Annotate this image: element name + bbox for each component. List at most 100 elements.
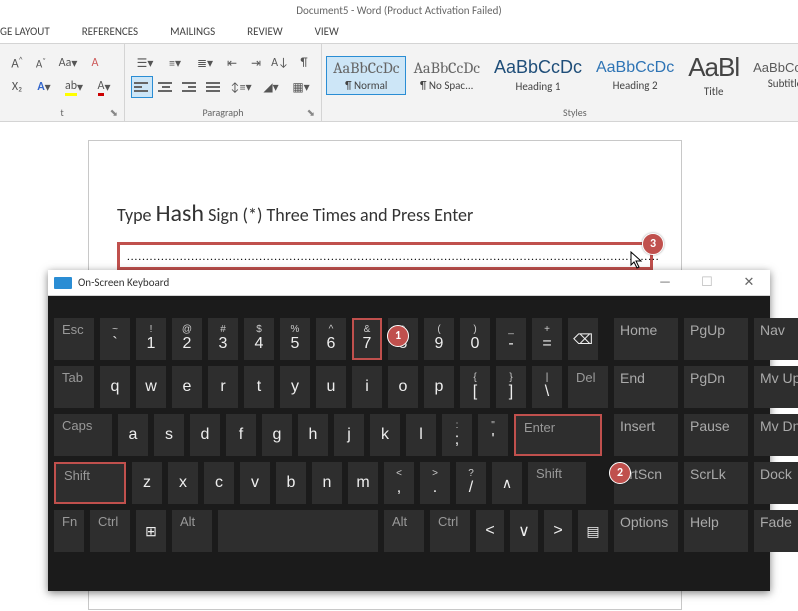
tab-review[interactable]: REVIEW [247,25,283,38]
key-[interactable]: |\ [532,366,562,408]
key-nav[interactable]: Nav [754,318,798,360]
multilevel-button[interactable]: ≣▾ [191,52,219,74]
key-7[interactable]: &7 [352,318,382,360]
increase-indent-button[interactable]: ⇥ [245,52,267,74]
dialog-launcher-icon[interactable]: ⬊ [307,106,315,119]
key-g[interactable]: g [262,414,292,456]
key-4[interactable]: $4 [244,318,274,360]
key-d[interactable]: d [190,414,220,456]
key-pause[interactable]: Pause [684,414,748,456]
key-icon[interactable]: ∧ [492,462,522,504]
key-2[interactable]: @2 [172,318,202,360]
key-c[interactable]: c [204,462,234,504]
key-enter[interactable]: Enter [514,414,602,456]
tab-mailings[interactable]: MAILINGS [170,25,215,38]
key-p[interactable]: p [424,366,454,408]
key-[interactable]: }] [496,366,526,408]
key-[interactable]: _- [496,318,526,360]
key-alt[interactable]: Alt [172,510,212,552]
key-del[interactable]: Del [568,366,608,408]
key-alt[interactable]: Alt [384,510,424,552]
clear-format-button[interactable]: A [84,52,106,74]
sort-button[interactable]: A↓ [269,52,291,74]
bullets-button[interactable]: ☰▾ [131,52,159,74]
key-icon[interactable]: ⊞ [136,510,166,552]
key-[interactable]: "' [478,414,508,456]
key-fn[interactable]: Fn [54,510,84,552]
borders-button[interactable]: ▦▾ [287,76,315,98]
input-field-highlight[interactable]: ........................................… [117,242,653,270]
key-shift[interactable]: Shift [528,462,586,504]
shading-button[interactable]: ◢▾ [257,76,285,98]
key-mvdn[interactable]: Mv Dn [754,414,798,456]
key-[interactable]: ~` [100,318,130,360]
style-heading2[interactable]: AaBbCcDc Heading 2 [589,56,681,95]
key-[interactable]: :; [442,414,472,456]
align-center-button[interactable] [155,76,177,98]
key-icon[interactable]: ▤ [578,510,608,552]
maximize-button[interactable]: ☐ [686,270,728,296]
key-e[interactable]: e [172,366,202,408]
key-icon[interactable]: ⌫ [568,318,598,360]
key-t[interactable]: t [244,366,274,408]
key-tab[interactable]: Tab [54,366,94,408]
key-v[interactable]: v [240,462,270,504]
minimize-button[interactable]: — [644,270,686,296]
numbering-button[interactable]: ≡▾ [161,52,189,74]
key-0[interactable]: )0 [460,318,490,360]
key-fade[interactable]: Fade [754,510,798,552]
key-s[interactable]: s [154,414,184,456]
style-normal[interactable]: AaBbCcDc ¶ Normal [326,56,406,95]
key-home[interactable]: Home [614,318,678,360]
key-ctrl[interactable]: Ctrl [430,510,470,552]
tab-references[interactable]: REFERENCES [82,25,138,38]
key-icon[interactable]: ∨ [510,510,538,552]
key-f[interactable]: f [226,414,256,456]
close-button[interactable]: ✕ [728,270,770,296]
key-h[interactable]: h [298,414,328,456]
key-pgdn[interactable]: PgDn [684,366,748,408]
key-y[interactable]: y [280,366,310,408]
align-right-button[interactable] [179,76,201,98]
tab-page-layout[interactable]: GE LAYOUT [0,25,50,38]
key-pgup[interactable]: PgUp [684,318,748,360]
dialog-launcher-icon[interactable]: ⬊ [110,106,118,119]
key-3[interactable]: #3 [208,318,238,360]
key-r[interactable]: r [208,366,238,408]
key-space[interactable] [218,510,378,552]
show-marks-button[interactable]: ¶ [293,52,315,74]
font-color-button[interactable]: A▾ [90,76,118,98]
key-n[interactable]: n [312,462,342,504]
style-nospacing[interactable]: AaBbCcDc ¶ No Spac... [406,56,486,95]
key-dock[interactable]: Dock [754,462,798,504]
key-l[interactable]: l [406,414,436,456]
key-shift[interactable]: Shift [54,462,126,504]
key-icon[interactable]: > [544,510,572,552]
key-z[interactable]: z [132,462,162,504]
key-o[interactable]: o [388,366,418,408]
key-k[interactable]: k [370,414,400,456]
key-w[interactable]: w [136,366,166,408]
change-case-button[interactable]: Aa▾ [54,52,82,74]
key-a[interactable]: a [118,414,148,456]
text-effects-button[interactable]: A▾ [30,76,58,98]
key-q[interactable]: q [100,366,130,408]
key-b[interactable]: b [276,462,306,504]
key-9[interactable]: (9 [424,318,454,360]
key-esc[interactable]: Esc [54,318,94,360]
justify-button[interactable] [203,76,225,98]
highlight-button[interactable]: ab▾ [60,76,88,98]
key-u[interactable]: u [316,366,346,408]
key-j[interactable]: j [334,414,364,456]
align-left-button[interactable] [131,76,153,98]
grow-font-button[interactable]: A^ [6,52,28,74]
key-[interactable]: <, [384,462,414,504]
key-caps[interactable]: Caps [54,414,112,456]
key-mvup[interactable]: Mv Up [754,366,798,408]
key-[interactable]: += [532,318,562,360]
style-subtitle[interactable]: AaBbCcDc Subtitle [746,57,798,93]
key-scrlk[interactable]: ScrLk [684,462,748,504]
key-x[interactable]: x [168,462,198,504]
shrink-font-button[interactable]: A˅ [30,52,52,74]
decrease-indent-button[interactable]: ⇤ [221,52,243,74]
